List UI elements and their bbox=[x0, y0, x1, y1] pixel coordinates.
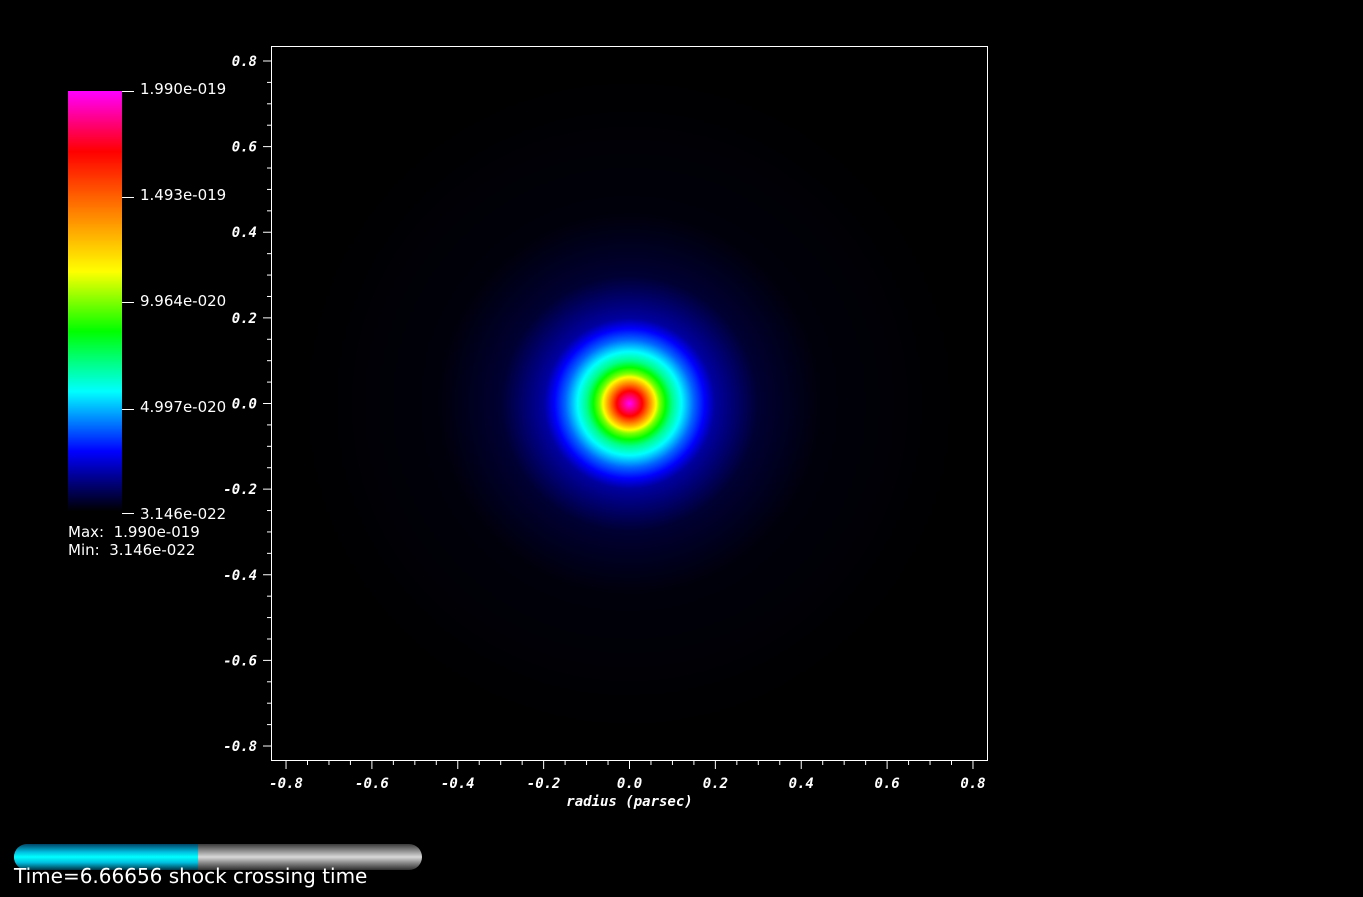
x-tick-label: -0.8 bbox=[269, 776, 303, 792]
density-heatmap bbox=[272, 47, 987, 760]
legend-min-label: Min: bbox=[68, 541, 100, 559]
colorbar-label-min: 3.146e-022 bbox=[140, 505, 227, 523]
legend-min-value: 3.146e-022 bbox=[109, 541, 196, 559]
colorbar bbox=[68, 91, 122, 512]
x-tick-label: -0.2 bbox=[527, 776, 561, 792]
colorbar-label: 1.493e-019 bbox=[140, 186, 227, 204]
legend-max-value: 1.990e-019 bbox=[113, 523, 200, 541]
colorbar-tick bbox=[122, 302, 134, 303]
x-tick-label: -0.4 bbox=[441, 776, 475, 792]
x-tick-label: 0.6 bbox=[874, 776, 899, 792]
x-tick-label: -0.6 bbox=[355, 776, 389, 792]
colorbar-label-max: 1.990e-019 bbox=[140, 80, 227, 98]
colorbar-tick bbox=[122, 409, 134, 410]
legend-min: Min: 3.146e-022 bbox=[68, 541, 195, 559]
y-tick-label: -0.6 bbox=[223, 653, 257, 669]
y-tick-label: 0.6 bbox=[232, 140, 257, 156]
x-tick-label: 0.8 bbox=[960, 776, 985, 792]
x-tick-label: 0.0 bbox=[617, 776, 642, 792]
x-tick-label: 0.2 bbox=[703, 776, 728, 792]
y-tick-label: 0.0 bbox=[232, 397, 257, 413]
legend-max: Max: 1.990e-019 bbox=[68, 523, 200, 541]
colorbar-tick bbox=[122, 513, 134, 514]
colorbar-label: 9.964e-020 bbox=[140, 292, 227, 310]
y-tick-label: -0.8 bbox=[223, 739, 257, 755]
y-tick-label: 0.8 bbox=[232, 54, 257, 70]
x-tick-label: 0.4 bbox=[789, 776, 814, 792]
y-tick-label: -0.4 bbox=[223, 568, 257, 584]
colorbar-tick bbox=[122, 197, 134, 198]
plot-area[interactable] bbox=[271, 46, 988, 761]
colorbar-label: 4.997e-020 bbox=[140, 398, 227, 416]
colorbar-tick bbox=[122, 91, 134, 92]
legend-max-label: Max: bbox=[68, 523, 105, 541]
y-tick-label: 0.2 bbox=[232, 311, 257, 327]
x-axis-label: radius (parsec) bbox=[566, 794, 692, 810]
y-tick-label: 0.4 bbox=[232, 225, 257, 241]
time-label: Time=6.66656 shock crossing time bbox=[14, 864, 368, 888]
y-tick-label: -0.2 bbox=[223, 482, 257, 498]
